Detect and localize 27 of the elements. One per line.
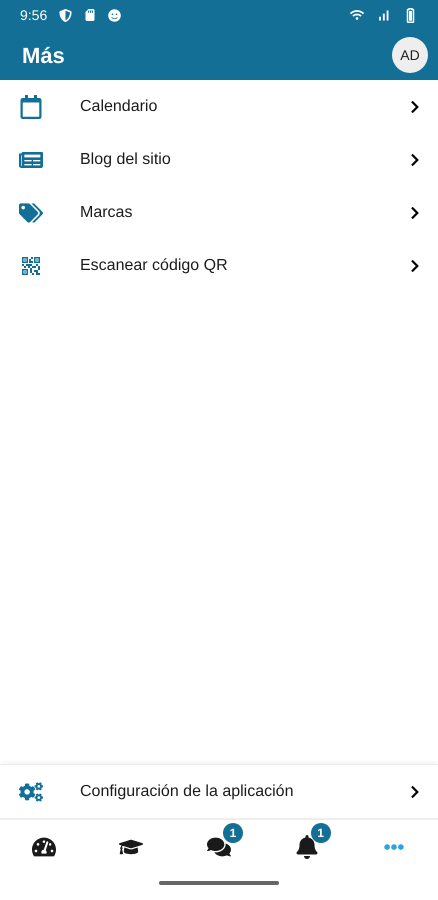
signal-icon [376, 8, 391, 22]
nav-tab[interactable]: 1 [194, 823, 243, 863]
smiley-icon [108, 8, 122, 22]
menu-item[interactable]: Escanear código QR [0, 239, 438, 292]
chat-icon [206, 835, 231, 859]
nav-tab[interactable]: 1 [282, 823, 331, 863]
avatar[interactable]: AD [392, 37, 428, 73]
menu-item[interactable]: Blog del sitio [0, 133, 438, 186]
menu-item-label: Escanear código QR [80, 256, 229, 276]
menu-item[interactable]: Marcas [0, 186, 438, 239]
gauge-icon [32, 835, 56, 859]
bell-icon [294, 835, 319, 859]
menu-item[interactable]: Configuración de la aplicación [0, 765, 438, 818]
gears-icon [16, 780, 46, 804]
menu-item-label: Calendario [80, 96, 158, 116]
sd-card-icon [84, 9, 96, 21]
wifi-icon [350, 8, 364, 22]
menu-item-label: Marcas [80, 202, 134, 222]
menu-item-label: Blog del sitio [80, 150, 172, 170]
page-title: Más [22, 42, 65, 70]
tags-icon [16, 200, 46, 224]
notification-badge: 1 [222, 823, 243, 843]
shield-icon [59, 8, 72, 22]
notification-badge: 1 [310, 823, 331, 843]
menu-item[interactable]: Calendario [0, 80, 438, 133]
menu-item-label: Configuración de la aplicación [80, 782, 294, 802]
status-time: 9:56 [20, 6, 48, 24]
